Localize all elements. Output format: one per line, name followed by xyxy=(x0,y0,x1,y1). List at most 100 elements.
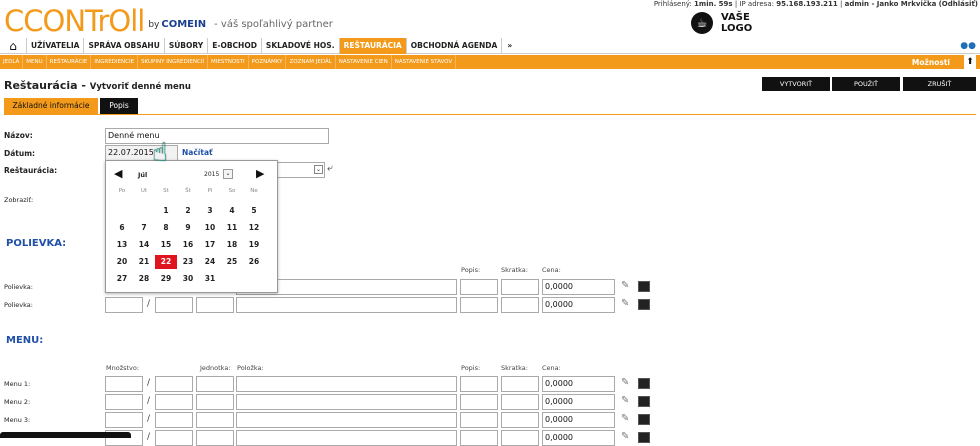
soup-unit2-input[interactable] xyxy=(196,297,234,313)
menu-item-input[interactable] xyxy=(236,376,457,392)
calendar-day[interactable]: 23 xyxy=(177,255,199,269)
menu-popis-input[interactable] xyxy=(460,394,498,410)
calendar-day[interactable]: 10 xyxy=(199,221,221,235)
calendar-day[interactable]: 16 xyxy=(177,238,199,252)
calendar-day-selected[interactable]: 22 xyxy=(155,255,177,269)
prev-month-icon[interactable]: ◀ xyxy=(114,167,122,180)
home-icon[interactable]: ⌂ xyxy=(0,38,26,54)
color-swatch[interactable] xyxy=(638,281,650,292)
soup-price-input[interactable]: 0,0000 xyxy=(542,297,615,313)
menu-item-input[interactable] xyxy=(236,430,457,446)
edit-pen-icon[interactable]: ✎ xyxy=(621,431,629,442)
subnav-rooms[interactable]: MIESTNOSTI xyxy=(208,55,249,69)
subnav-ingredients[interactable]: INGREDIENCIE xyxy=(91,55,139,69)
soup-qty-input[interactable] xyxy=(105,297,143,313)
scroll-up-icon[interactable]: ⬆ xyxy=(964,55,976,69)
color-swatch[interactable] xyxy=(638,396,650,407)
menu-skratka-input[interactable] xyxy=(501,412,539,428)
soup-popis-input[interactable] xyxy=(460,279,498,295)
calendar-day[interactable]: 30 xyxy=(177,272,199,286)
menu-qty-input[interactable] xyxy=(105,412,143,428)
nav-business[interactable]: OBCHODNÁ AGENDA xyxy=(405,37,502,54)
menu-qty2-input[interactable] xyxy=(155,412,193,428)
edit-pen-icon[interactable]: ✎ xyxy=(621,298,629,309)
menu-item-input[interactable] xyxy=(236,412,457,428)
next-month-icon[interactable]: ▶ xyxy=(256,167,264,180)
nav-more[interactable]: » xyxy=(501,37,517,54)
nav-content[interactable]: SPRÁVA OBSAHU xyxy=(83,37,163,54)
menu-popis-input[interactable] xyxy=(460,412,498,428)
calendar-day[interactable]: 18 xyxy=(221,238,243,252)
soup-price-input[interactable]: 0,0000 xyxy=(542,279,615,295)
calendar-day[interactable]: 15 xyxy=(155,238,177,252)
calendar-day[interactable]: 8 xyxy=(155,221,177,235)
menu-qty2-input[interactable] xyxy=(155,376,193,392)
create-button[interactable]: VYTVORIŤ xyxy=(762,77,830,91)
menu-qty2-input[interactable] xyxy=(155,394,193,410)
menu-skratka-input[interactable] xyxy=(501,394,539,410)
nav-eshop[interactable]: E-OBCHOD xyxy=(207,37,261,54)
tab-description[interactable]: Popis xyxy=(100,98,138,114)
nav-users[interactable]: UŽÍVATELIA xyxy=(26,37,83,54)
calendar-day[interactable]: 7 xyxy=(133,221,155,235)
link-icon[interactable]: ⤶ xyxy=(327,163,333,174)
nav-restaurant[interactable]: REŠTAURÁCIA xyxy=(338,37,406,54)
calendar-day[interactable]: 3 xyxy=(199,204,221,218)
calendar-day[interactable]: 21 xyxy=(133,255,155,269)
use-button[interactable]: POUŽIŤ xyxy=(832,77,900,91)
soup-item-input[interactable] xyxy=(236,297,457,313)
subnav-status-settings[interactable]: NASTAVENIE STAVOV xyxy=(392,55,457,69)
load-link[interactable]: Načítať xyxy=(182,148,213,157)
menu-skratka-input[interactable] xyxy=(501,430,539,446)
calendar-day[interactable]: 2 xyxy=(177,204,199,218)
menu-qty2-input[interactable] xyxy=(155,430,193,446)
users-icon[interactable]: ●● xyxy=(960,41,976,51)
edit-pen-icon[interactable]: ✎ xyxy=(621,395,629,406)
subnav-restaurants[interactable]: REŠTAURÁCIE xyxy=(47,55,92,69)
calendar-day[interactable]: 17 xyxy=(199,238,221,252)
year-dropdown-icon[interactable]: ⌄ xyxy=(223,169,233,179)
edit-pen-icon[interactable]: ✎ xyxy=(621,280,629,291)
color-swatch[interactable] xyxy=(638,299,650,310)
menu-skratka-input[interactable] xyxy=(501,376,539,392)
calendar-day[interactable]: 11 xyxy=(221,221,243,235)
nav-files[interactable]: SÚBORY xyxy=(163,37,207,54)
subnav-meals[interactable]: JEDLÁ xyxy=(0,55,24,69)
calendar-year[interactable]: 2015 xyxy=(204,171,219,178)
calendar-day[interactable]: 5 xyxy=(243,204,265,218)
subnav-price-settings[interactable]: NASTAVENIE CIEN xyxy=(336,55,392,69)
color-swatch[interactable] xyxy=(638,378,650,389)
calendar-day[interactable]: 9 xyxy=(177,221,199,235)
menu-unit-input[interactable] xyxy=(196,376,234,392)
menu-qty-input[interactable] xyxy=(105,376,143,392)
chevron-down-icon[interactable]: ⌄ xyxy=(314,165,323,174)
edit-pen-icon[interactable]: ✎ xyxy=(621,413,629,424)
soup-popis-input[interactable] xyxy=(460,297,498,313)
calendar-day[interactable]: 4 xyxy=(221,204,243,218)
color-swatch[interactable] xyxy=(638,414,650,425)
menu-unit-input[interactable] xyxy=(196,394,234,410)
calendar-day[interactable]: 6 xyxy=(111,221,133,235)
calendar-day[interactable]: 29 xyxy=(155,272,177,286)
tab-basic-info[interactable]: Základné informácie xyxy=(4,98,98,114)
subnav-menu[interactable]: MENU xyxy=(23,55,47,69)
menu-price-input[interactable]: 0,0000 xyxy=(542,430,615,446)
soup-skratka-input[interactable] xyxy=(501,279,539,295)
calendar-day[interactable]: 13 xyxy=(111,238,133,252)
calendar-day[interactable]: 14 xyxy=(133,238,155,252)
menu-price-input[interactable]: 0,0000 xyxy=(542,376,615,392)
menu-qty-input[interactable] xyxy=(105,394,143,410)
menu-item-input[interactable] xyxy=(236,394,457,410)
logout-link[interactable]: (Odhlásiť) xyxy=(939,0,978,8)
calendar-day[interactable]: 27 xyxy=(111,272,133,286)
subnav-notes[interactable]: POZNÁMKY xyxy=(249,55,287,69)
menu-unit-input[interactable] xyxy=(196,430,234,446)
soup-skratka-input[interactable] xyxy=(501,297,539,313)
edit-pen-icon[interactable]: ✎ xyxy=(621,377,629,388)
menu-popis-input[interactable] xyxy=(460,376,498,392)
subnav-ingredient-groups[interactable]: SKUPINY INGREDIENCIÍ xyxy=(138,55,209,69)
calendar-day[interactable]: 25 xyxy=(221,255,243,269)
cancel-button[interactable]: ZRUŠIŤ xyxy=(903,77,976,91)
options-menu[interactable]: Možnosti xyxy=(912,58,950,67)
name-input[interactable]: Denné menu xyxy=(105,128,329,144)
